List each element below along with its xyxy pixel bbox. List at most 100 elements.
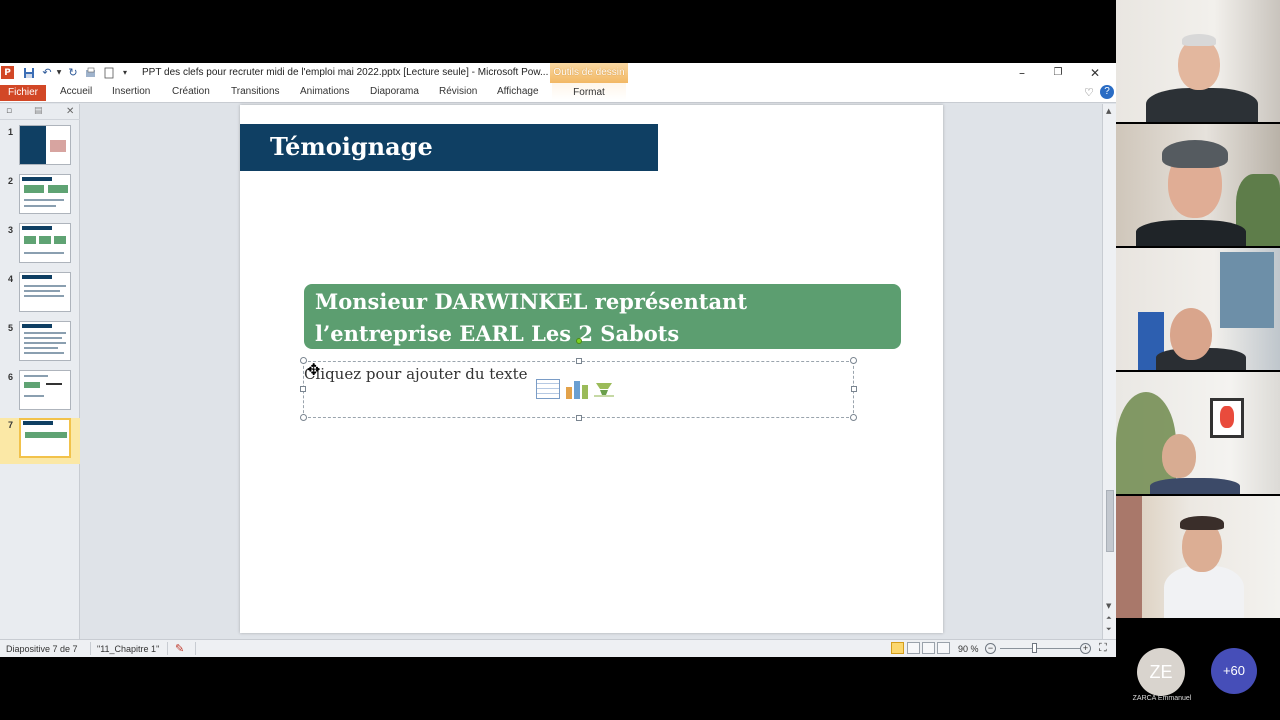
resize-handle-top[interactable] bbox=[576, 358, 582, 364]
resize-handle-top-right[interactable] bbox=[850, 357, 857, 364]
slide-number: 4 bbox=[8, 274, 14, 284]
slides-tab-icon[interactable]: ▫ bbox=[6, 106, 12, 116]
insert-chart-icon[interactable] bbox=[564, 379, 588, 399]
screen: P ↶ ▼ ↻ ▾ PPT des clefs pour recruter mi… bbox=[0, 0, 1280, 720]
resize-handle-bottom[interactable] bbox=[576, 415, 582, 421]
resize-handle-right[interactable] bbox=[851, 386, 857, 392]
restore-button[interactable]: ❐ bbox=[1043, 65, 1073, 81]
more-participants-button[interactable]: +60 bbox=[1211, 648, 1257, 694]
video-tile-4[interactable] bbox=[1116, 372, 1280, 494]
tab-creation[interactable]: Création bbox=[172, 86, 210, 97]
undo-icon[interactable]: ↶ bbox=[40, 66, 54, 79]
customize-toolbar-icon[interactable]: ▾ bbox=[120, 66, 130, 79]
tab-insertion[interactable]: Insertion bbox=[112, 86, 150, 97]
video-tile-3[interactable] bbox=[1116, 248, 1280, 370]
drawing-tools-context-tab: Outils de dessin bbox=[550, 63, 628, 83]
powerpoint-logo-icon[interactable]: P bbox=[1, 66, 14, 79]
slide-thumbnail-6[interactable]: 6 bbox=[0, 370, 80, 416]
spellcheck-icon[interactable]: ✎ bbox=[175, 642, 184, 655]
status-bar: Diapositive 7 de 7 "11_Chapitre 1" ✎ 90 … bbox=[0, 639, 1116, 657]
reading-view-button[interactable] bbox=[922, 642, 935, 654]
slide-preview bbox=[19, 272, 71, 312]
video-tile-2[interactable] bbox=[1116, 124, 1280, 246]
slide-sorter-view-button[interactable] bbox=[907, 642, 920, 654]
slide-number: 1 bbox=[8, 127, 14, 137]
zoom-level[interactable]: 90 % bbox=[958, 644, 979, 654]
slide-number: 7 bbox=[8, 420, 14, 430]
slide-counter: Diapositive 7 de 7 bbox=[6, 644, 78, 654]
powerpoint-window: P ↶ ▼ ↻ ▾ PPT des clefs pour recruter mi… bbox=[0, 63, 1116, 657]
new-document-icon[interactable] bbox=[102, 66, 116, 79]
document-title: PPT des clefs pour recruter midi de l'em… bbox=[142, 67, 549, 78]
tab-transitions[interactable]: Transitions bbox=[231, 86, 280, 97]
zoom-in-button[interactable]: + bbox=[1080, 643, 1091, 654]
close-pane-icon[interactable]: ✕ bbox=[66, 106, 74, 117]
minimize-button[interactable]: – bbox=[1007, 65, 1037, 81]
zoom-slider-knob[interactable] bbox=[1032, 643, 1037, 653]
tab-diaporama[interactable]: Diaporama bbox=[370, 86, 419, 97]
slide-thumbnail-pane: ▫ ▤ ✕ 1 2 3 4 5 6 7 bbox=[0, 104, 80, 639]
slide-number: 6 bbox=[8, 372, 14, 382]
insert-content-icons bbox=[536, 379, 616, 401]
testimonial-heading-box[interactable]: Monsieur DARWINKEL représentant l’entrep… bbox=[304, 284, 901, 349]
fit-to-window-icon[interactable]: ⛶ bbox=[1099, 642, 1107, 655]
slide-preview bbox=[19, 418, 71, 458]
slide-preview bbox=[19, 125, 71, 165]
save-icon[interactable] bbox=[22, 66, 36, 79]
insert-smartart-icon[interactable] bbox=[592, 379, 616, 399]
scrollbar-thumb[interactable] bbox=[1106, 490, 1114, 552]
tab-revision[interactable]: Révision bbox=[439, 86, 477, 97]
video-tile-1[interactable] bbox=[1116, 0, 1280, 122]
next-slide-icon[interactable]: ⏷ bbox=[1106, 625, 1112, 634]
slide-thumbnail-2[interactable]: 2 bbox=[0, 174, 80, 220]
participant-avatar[interactable]: ZE bbox=[1137, 648, 1185, 696]
resize-handle-left[interactable] bbox=[300, 386, 306, 392]
slide-thumbnail-3[interactable]: 3 bbox=[0, 223, 80, 269]
print-preview-icon[interactable] bbox=[84, 66, 98, 79]
slide-thumbnail-4[interactable]: 4 bbox=[0, 272, 80, 318]
slide-number: 3 bbox=[8, 225, 14, 235]
slide-canvas: Témoignage Monsieur DARWINKEL représenta… bbox=[240, 105, 943, 633]
zoom-slider[interactable] bbox=[1000, 648, 1080, 649]
rotation-handle[interactable] bbox=[576, 338, 582, 344]
resize-handle-bottom-left[interactable] bbox=[300, 414, 307, 421]
ribbon-tabs: Fichier Accueil Insertion Création Trans… bbox=[0, 83, 1116, 103]
previous-slide-icon[interactable]: ⏶ bbox=[1106, 614, 1112, 623]
redo-icon[interactable]: ↻ bbox=[66, 66, 80, 79]
slide-number: 5 bbox=[8, 323, 14, 333]
insert-table-icon[interactable] bbox=[536, 379, 560, 399]
heading-line-1: Monsieur DARWINKEL représentant bbox=[315, 289, 748, 314]
scroll-down-icon[interactable]: ▼ bbox=[1106, 602, 1111, 610]
zoom-out-button[interactable]: − bbox=[985, 643, 996, 654]
title-bar: P ↶ ▼ ↻ ▾ PPT des clefs pour recruter mi… bbox=[0, 63, 1116, 83]
minimize-ribbon-icon[interactable]: ♡ bbox=[1084, 86, 1094, 99]
slide-thumbnail-1[interactable]: 1 bbox=[0, 125, 80, 171]
slide-preview bbox=[19, 370, 71, 410]
slide-thumbnail-7[interactable]: 7 bbox=[0, 418, 80, 464]
slideshow-view-button[interactable] bbox=[937, 642, 950, 654]
slide-preview bbox=[19, 223, 71, 263]
slide-thumbnail-5[interactable]: 5 bbox=[0, 321, 80, 367]
tab-accueil[interactable]: Accueil bbox=[60, 86, 92, 97]
heading-line-2: l’entreprise EARL Les 2 Sabots bbox=[315, 321, 680, 346]
vertical-scrollbar[interactable]: ▲ ▼ ⏶ ⏷ bbox=[1102, 104, 1116, 639]
scroll-up-icon[interactable]: ▲ bbox=[1106, 107, 1111, 115]
slide-preview bbox=[19, 321, 71, 361]
placeholder-text: Cliquez pour ajouter du texte bbox=[304, 365, 528, 383]
normal-view-button[interactable] bbox=[891, 642, 904, 654]
resize-handle-bottom-right[interactable] bbox=[850, 414, 857, 421]
undo-dropdown-icon[interactable]: ▼ bbox=[55, 66, 63, 79]
participant-name: ZARCA Emmanuel bbox=[1132, 695, 1192, 702]
close-button[interactable]: ✕ bbox=[1080, 65, 1110, 81]
theme-name: "11_Chapitre 1" bbox=[97, 644, 160, 654]
video-tile-5[interactable] bbox=[1116, 496, 1280, 618]
tab-affichage[interactable]: Affichage bbox=[497, 86, 539, 97]
slide-title[interactable]: Témoignage bbox=[270, 132, 433, 161]
outline-tab-icon[interactable]: ▤ bbox=[34, 106, 43, 116]
help-icon[interactable]: ? bbox=[1100, 85, 1114, 99]
resize-handle-top-left[interactable] bbox=[300, 357, 307, 364]
tab-fichier[interactable]: Fichier bbox=[0, 85, 46, 101]
testimonial-heading-text: Monsieur DARWINKEL représentant l’entrep… bbox=[315, 286, 895, 350]
tab-animations[interactable]: Animations bbox=[300, 86, 349, 97]
tab-format[interactable]: Format bbox=[552, 83, 626, 100]
